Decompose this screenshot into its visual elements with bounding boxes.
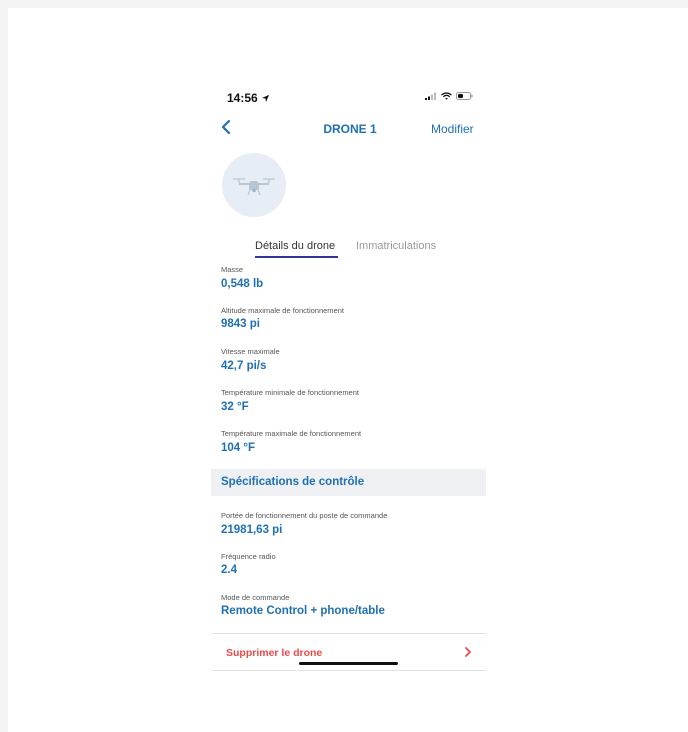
detail-value: 104 °F	[221, 442, 256, 454]
detail-label: Fréquence radio	[221, 552, 276, 561]
battery-icon	[456, 92, 473, 100]
wifi-icon	[441, 92, 452, 100]
status-time: 14:56	[227, 91, 270, 105]
detail-value: 32 °F	[221, 401, 249, 413]
chevron-left-icon	[221, 119, 231, 135]
detail-value: 0,548 lb	[221, 278, 264, 290]
section-title: Spécifications de contrôle	[221, 476, 365, 488]
detail-value: 42,7 pi/s	[221, 360, 267, 372]
drone-icon	[233, 178, 275, 196]
detail-value: 21981,63 pi	[221, 524, 283, 536]
detail-label: Altitude maximale de fonctionnement	[221, 306, 344, 315]
detail-label: Mode de commande	[221, 593, 290, 602]
back-button[interactable]	[219, 118, 235, 136]
section-header-control-specs: Spécifications de contrôle	[211, 469, 486, 496]
detail-value: 2.4	[221, 564, 237, 576]
tab-registrations[interactable]: Immatriculations	[356, 240, 436, 252]
divider	[211, 670, 486, 671]
edit-button[interactable]: Modifier	[431, 122, 474, 136]
detail-label: Température maximale de fonctionnement	[221, 429, 362, 438]
page-frame	[8, 8, 688, 732]
detail-label: Vitesse maximale	[221, 347, 280, 356]
chevron-right-icon	[465, 647, 471, 657]
detail-label: Température minimale de fonctionnement	[221, 388, 359, 397]
home-indicator	[299, 662, 398, 665]
tab-drone-details[interactable]: Détails du drone	[255, 240, 335, 252]
detail-value: 9843 pi	[221, 318, 260, 330]
status-time-text: 14:56	[227, 91, 258, 105]
tab-active-indicator	[255, 256, 338, 258]
page-title: DRONE 1	[323, 122, 377, 136]
detail-label: Masse	[221, 265, 244, 274]
delete-drone-label: Supprimer le drone	[226, 647, 323, 659]
drone-avatar	[222, 153, 286, 217]
detail-value: Remote Control + phone/table	[221, 605, 385, 617]
status-icons	[425, 92, 473, 100]
detail-label: Portée de fonctionnement du poste de com…	[221, 511, 388, 520]
cellular-signal-icon	[425, 92, 436, 100]
location-arrow-icon	[261, 94, 269, 102]
